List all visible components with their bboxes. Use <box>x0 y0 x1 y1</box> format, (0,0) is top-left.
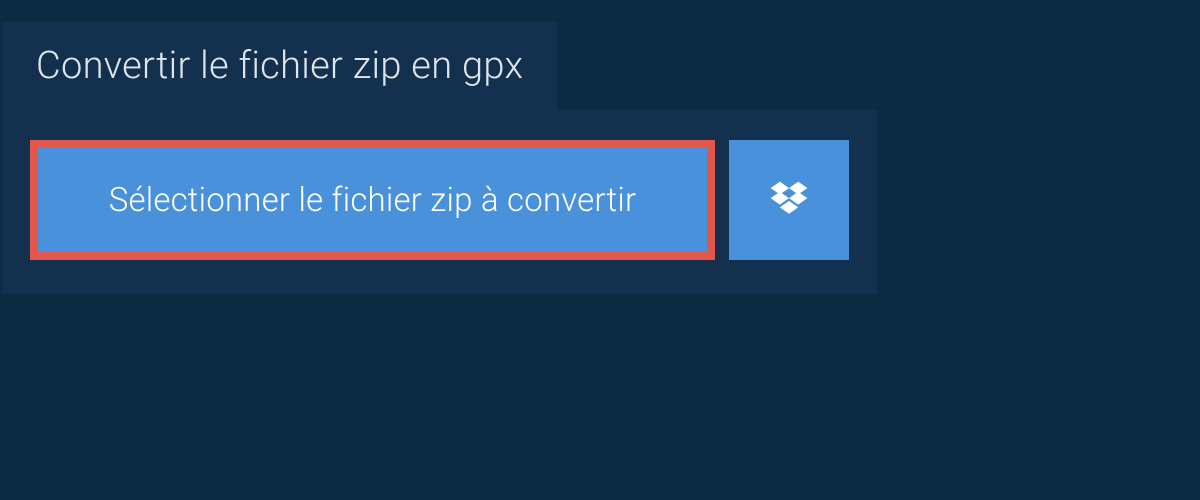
select-file-label: Sélectionner le fichier zip à convertir <box>109 181 637 220</box>
upload-panel: Sélectionner le fichier zip à convertir <box>2 110 877 294</box>
button-row: Sélectionner le fichier zip à convertir <box>30 140 849 260</box>
dropbox-icon <box>767 178 811 222</box>
page-title: Convertir le fichier zip en gpx <box>36 44 523 88</box>
select-file-button[interactable]: Sélectionner le fichier zip à convertir <box>30 140 715 260</box>
title-tab: Convertir le fichier zip en gpx <box>2 22 557 110</box>
dropbox-button[interactable] <box>729 140 849 260</box>
